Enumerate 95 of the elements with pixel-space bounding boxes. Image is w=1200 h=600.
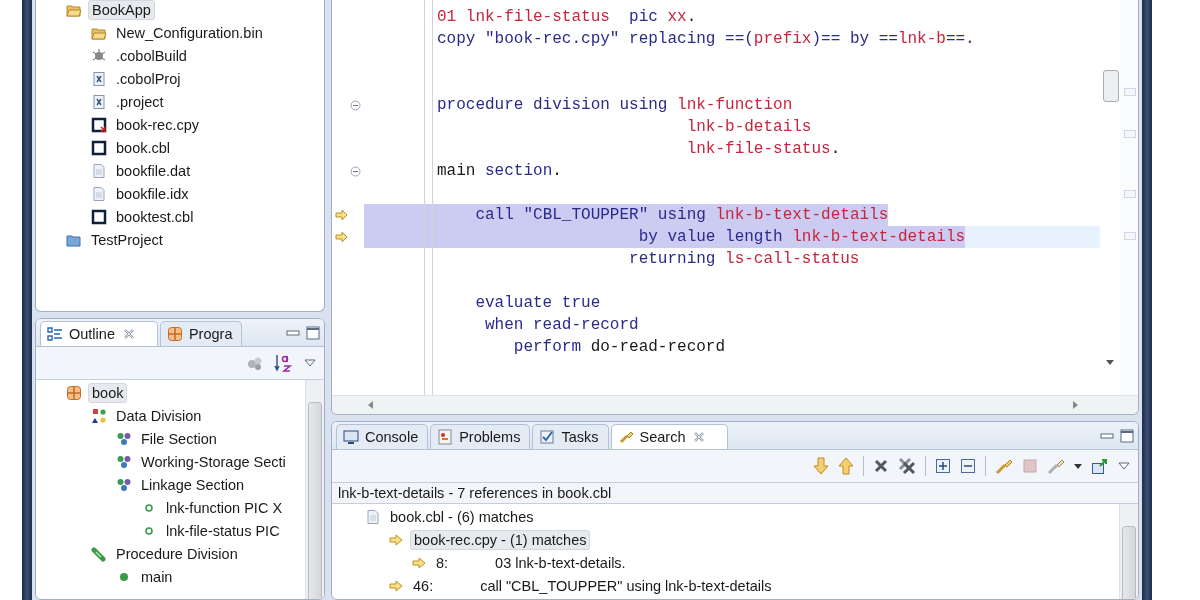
scroll-right-icon[interactable] (1073, 401, 1078, 409)
tab[interactable]: Outline (40, 321, 158, 346)
code-line: main section. (436, 161, 562, 182)
close-icon[interactable] (122, 328, 135, 340)
code-line: procedure division using lnk-function (436, 95, 793, 116)
outline-icon (47, 326, 63, 342)
arrow-up-icon[interactable] (838, 457, 854, 475)
tree-item[interactable]: File Section (138, 429, 220, 448)
collapse-all-icon[interactable] (960, 458, 976, 474)
code-line: lnk-file-status. (685, 139, 841, 160)
tree-item[interactable]: .cobolBuild (113, 46, 190, 65)
tab[interactable]: Search (610, 424, 729, 449)
tree-item[interactable]: New_Configuration.bin (113, 23, 266, 42)
collapse-icon[interactable] (350, 165, 361, 177)
grid-icon (166, 326, 183, 342)
match-line-number[interactable]: 46: (410, 576, 437, 595)
tree-item[interactable]: main (138, 567, 176, 586)
view-menu-icon[interactable] (1118, 462, 1130, 470)
scroll-left-icon[interactable] (368, 401, 373, 409)
code-editor[interactable] (331, 0, 1139, 415)
square-file-icon (91, 139, 107, 156)
remove-icon[interactable] (873, 458, 889, 474)
grid-icon (66, 384, 82, 401)
maximize-icon[interactable] (306, 325, 320, 340)
tree-item[interactable]: bookfile.dat (113, 161, 194, 180)
tasks-icon (539, 429, 556, 445)
document-icon (365, 508, 381, 525)
square-file-icon (91, 208, 107, 225)
tree-item[interactable]: Data Division (113, 406, 205, 425)
tree-item[interactable]: book.cbl - (6) matches (387, 507, 537, 526)
stop-icon[interactable] (1022, 458, 1038, 474)
file-error-icon (91, 116, 107, 133)
tab[interactable]: Problems (430, 424, 531, 449)
tree-item[interactable]: bookfile.idx (113, 184, 192, 203)
tree-item[interactable]: Procedure Division (113, 544, 241, 563)
arrow-down-icon[interactable] (813, 457, 829, 475)
tree-item[interactable]: Working-Storage Secti (138, 452, 289, 471)
close-icon[interactable] (693, 431, 706, 443)
flashlight-icon[interactable] (995, 457, 1013, 475)
sort-icon[interactable] (274, 353, 294, 373)
code-line: 01 lnk-file-status pic xx. (436, 7, 697, 28)
tree-item[interactable]: Linkage Section (138, 475, 248, 494)
tree-item[interactable]: TestProject (88, 230, 166, 249)
tab[interactable]: Progra (159, 321, 243, 346)
tree-item[interactable]: lnk-function PIC X (163, 498, 286, 517)
tree-item[interactable]: .cobolProj (113, 69, 184, 88)
tab[interactable]: Console (336, 424, 429, 449)
minimize-icon[interactable] (1100, 431, 1114, 440)
tree-item[interactable]: BookApp (88, 0, 155, 20)
minimize-icon[interactable] (286, 328, 300, 337)
code-line: when read-record (484, 315, 639, 336)
expand-all-icon[interactable] (935, 458, 951, 474)
tree-item[interactable]: book (88, 382, 128, 403)
code-line: returning ls-call-status (628, 249, 860, 270)
document-icon (91, 185, 107, 202)
scroll-down-icon[interactable] (1106, 360, 1114, 365)
xml-file-icon (91, 93, 107, 110)
tree-item[interactable]: .project (113, 92, 167, 111)
tree-item[interactable]: book-rec.cpy - (1) matches (410, 529, 591, 550)
dots-icon (116, 453, 132, 470)
caret-icon[interactable] (1074, 463, 1082, 469)
match-line-number[interactable]: 8: (433, 553, 452, 572)
arrow-icon (411, 554, 427, 571)
collapse-icon[interactable] (350, 99, 361, 111)
view-menu-icon[interactable] (304, 359, 316, 367)
xml-file-icon (91, 70, 107, 87)
tree-item[interactable]: booktest.cbl (113, 207, 197, 226)
remove-all-icon[interactable] (898, 457, 916, 475)
search-summary: lnk-b-text-details - 7 references in book.cbl (332, 483, 1138, 504)
dots-icon (116, 476, 132, 493)
shapes-icon (91, 407, 107, 424)
scrollbar[interactable] (305, 380, 324, 599)
maximize-icon[interactable] (1120, 428, 1134, 443)
code-line: copy "book-rec.cpy" replacing ==(prefix)== by ==lnk-b==. (436, 29, 975, 50)
flashlight-icon[interactable] (1047, 457, 1065, 475)
problems-icon (437, 429, 454, 445)
scroll-thumb[interactable] (1103, 70, 1119, 102)
tree-item[interactable]: lnk-file-status PIC (163, 521, 283, 540)
flashlight-icon (617, 429, 634, 445)
arrow-icon (388, 531, 404, 548)
code-line: evaluate true (474, 293, 601, 314)
tree-item[interactable]: book-rec.cpy (113, 115, 202, 134)
arrow-icon (388, 577, 404, 594)
tree-item[interactable]: book.cbl (113, 138, 173, 157)
code-line: perform do-read-record (512, 337, 726, 358)
dots-icon (116, 430, 132, 447)
filter-icon[interactable] (246, 355, 264, 371)
document-icon (91, 162, 107, 179)
scrollbar[interactable] (1119, 504, 1138, 599)
scrollbar[interactable] (332, 395, 1138, 414)
monitor-icon (343, 429, 359, 445)
code-line: lnk-b-details (685, 117, 812, 138)
match-text: 03 lnk-b-text-details. (495, 554, 626, 571)
match-text: call "CBL_TOUPPER" using lnk-b-text-details (480, 577, 772, 594)
tab[interactable]: Tasks (532, 424, 609, 449)
